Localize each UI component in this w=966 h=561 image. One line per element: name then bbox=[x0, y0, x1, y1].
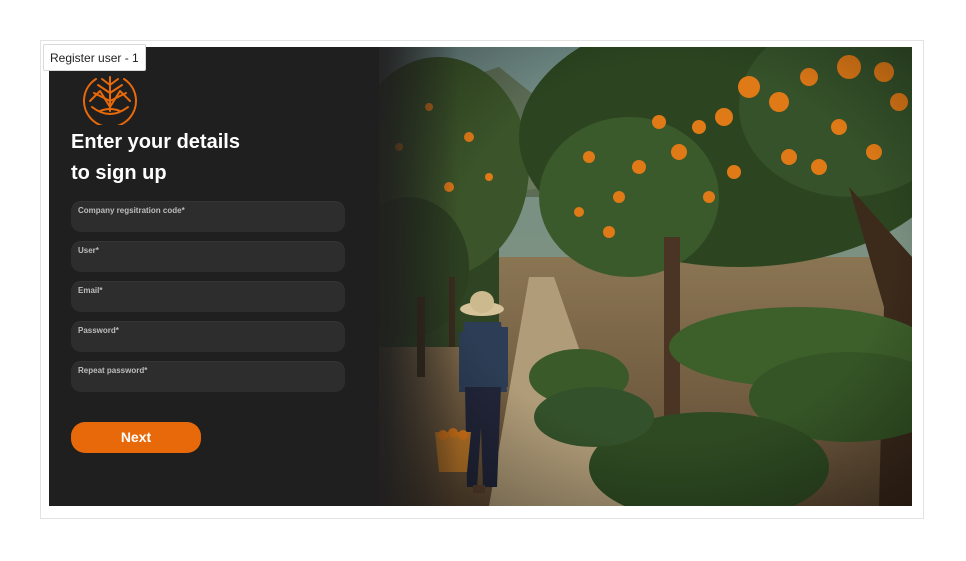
user-input[interactable] bbox=[78, 256, 336, 269]
title-line-1: Enter your details bbox=[71, 131, 240, 153]
user-label: User* bbox=[78, 246, 99, 255]
repeat-password-input[interactable] bbox=[78, 376, 336, 389]
email-input[interactable] bbox=[78, 296, 336, 309]
repeat-password-label: Repeat password* bbox=[78, 366, 148, 375]
company-registration-code-label: Company regsitration code* bbox=[78, 206, 185, 215]
next-button[interactable]: Next bbox=[71, 422, 201, 453]
company-registration-code-field[interactable]: Company regsitration code* bbox=[71, 201, 345, 232]
title-line-2: to sign up bbox=[71, 162, 167, 184]
user-field[interactable]: User* bbox=[71, 241, 345, 272]
company-registration-code-input[interactable] bbox=[78, 216, 336, 229]
repeat-password-field[interactable]: Repeat password* bbox=[71, 361, 345, 392]
signup-panel: Enter your details to sign up Company re… bbox=[49, 47, 379, 506]
orange-tree-logo-icon bbox=[83, 76, 137, 125]
frame-label: Register user - 1 bbox=[43, 44, 146, 71]
register-screen: Enter your details to sign up Company re… bbox=[49, 47, 912, 506]
password-field[interactable]: Password* bbox=[71, 321, 345, 352]
email-field[interactable]: Email* bbox=[71, 281, 345, 312]
password-label: Password* bbox=[78, 326, 119, 335]
image-fade-overlay bbox=[349, 47, 459, 506]
email-label: Email* bbox=[78, 286, 103, 295]
page-title: Enter your details to sign up bbox=[71, 127, 351, 189]
password-input[interactable] bbox=[78, 336, 336, 349]
